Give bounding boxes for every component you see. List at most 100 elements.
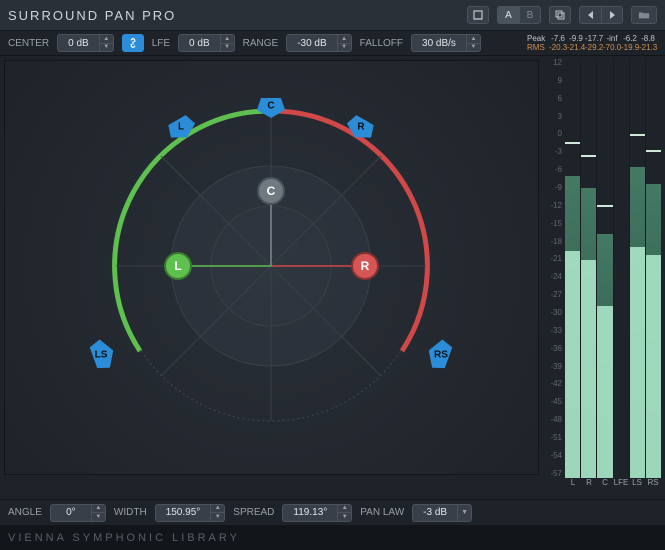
angle-spinner[interactable]: 0° ▲▼: [50, 504, 106, 522]
scale-tick: -6: [543, 165, 562, 174]
pan-node-r[interactable]: R: [352, 253, 378, 279]
falloff-spinner[interactable]: 30 dB/s ▲▼: [411, 34, 481, 52]
svg-text:R: R: [357, 122, 365, 133]
meter-label-r: R: [581, 478, 597, 490]
rms-value: -21.4: [567, 43, 585, 52]
meter-label-rs: RS: [645, 478, 661, 490]
speaker-ls[interactable]: LS: [88, 336, 118, 371]
svg-text:R: R: [361, 259, 370, 273]
svg-text:C: C: [267, 184, 276, 198]
lfe-label: LFE: [152, 38, 170, 49]
top-params-row: CENTER 0 dB ▲▼ LFE 0 dB ▲▼ RANGE -30 dB …: [0, 30, 665, 56]
scale-tick: -48: [543, 415, 562, 424]
next-preset-button[interactable]: [601, 6, 623, 24]
scale-tick: -21: [543, 254, 562, 263]
spread-label: SPREAD: [233, 507, 274, 518]
rms-value: -21.3: [639, 43, 657, 52]
scale-tick: -30: [543, 308, 562, 317]
preset-nav-group: [579, 6, 623, 24]
meter-label-ls: LS: [629, 478, 645, 490]
scale-tick: 9: [543, 76, 562, 85]
scale-tick: -18: [543, 237, 562, 246]
scale-tick: -57: [543, 469, 562, 478]
svg-text:L: L: [174, 259, 181, 273]
meter-bars: [565, 58, 661, 478]
scale-tick: -9: [543, 183, 562, 192]
falloff-label: FALLOFF: [360, 38, 403, 49]
range-label: RANGE: [243, 38, 279, 49]
rms-value: -70.0: [603, 43, 621, 52]
range-down[interactable]: ▼: [338, 44, 351, 52]
scale-tick: -12: [543, 201, 562, 210]
level-meters: 129630-3-6-9-12-15-18-21-24-27-30-33-36-…: [543, 56, 665, 499]
scale-tick: -45: [543, 397, 562, 406]
bottom-params-row: ANGLE 0° ▲▼ WIDTH 150.95° ▲▼ SPREAD 119.…: [0, 499, 665, 525]
prev-preset-button[interactable]: [579, 6, 601, 24]
peak-value: -17.7: [585, 34, 603, 43]
svg-text:L: L: [178, 122, 184, 133]
speaker-c[interactable]: C: [257, 98, 285, 118]
rms-value: -29.2: [585, 43, 603, 52]
svg-text:LS: LS: [95, 350, 108, 361]
plugin-title: SURROUND PAN PRO: [8, 8, 459, 23]
meter-scale: 129630-3-6-9-12-15-18-21-24-27-30-33-36-…: [543, 58, 565, 478]
center-down[interactable]: ▼: [100, 44, 113, 52]
ab-a-button[interactable]: A: [497, 6, 519, 24]
scale-tick: -24: [543, 272, 562, 281]
rms-value: -20.3: [549, 43, 567, 52]
scale-tick: 12: [543, 58, 562, 67]
peak-value: -9.9: [567, 34, 585, 43]
range-up[interactable]: ▲: [338, 35, 351, 44]
pan-node-c[interactable]: C: [258, 178, 284, 204]
rms-value: -19.9: [621, 43, 639, 52]
spread-spinner[interactable]: 119.13° ▲▼: [282, 504, 352, 522]
panlaw-dropdown[interactable]: -3 dB ▼: [412, 504, 472, 522]
meter-label-l: L: [565, 478, 581, 490]
meter-bar-rs: [646, 58, 661, 478]
svg-text:C: C: [267, 101, 274, 112]
center-spinner[interactable]: 0 dB ▲▼: [57, 34, 114, 52]
footer-bar: VIENNA SYMPHONIC LIBRARY: [0, 525, 665, 550]
bypass-button[interactable]: [467, 6, 489, 24]
scale-tick: -3: [543, 147, 562, 156]
ab-b-button[interactable]: B: [519, 6, 541, 24]
scale-tick: -39: [543, 362, 562, 371]
width-label: WIDTH: [114, 507, 147, 518]
range-spinner[interactable]: -30 dB ▲▼: [286, 34, 351, 52]
svg-text:RS: RS: [434, 350, 448, 361]
falloff-up[interactable]: ▲: [467, 35, 480, 44]
scale-tick: -33: [543, 326, 562, 335]
lfe-down[interactable]: ▼: [221, 44, 234, 52]
lfe-up[interactable]: ▲: [221, 35, 234, 44]
meter-label-c: C: [597, 478, 613, 490]
scale-tick: 6: [543, 94, 562, 103]
pan-surface[interactable]: C L R C L: [4, 60, 539, 475]
width-spinner[interactable]: 150.95° ▲▼: [155, 504, 226, 522]
peak-value: -inf: [603, 34, 621, 43]
scale-tick: -42: [543, 379, 562, 388]
peak-value: -8.8: [639, 34, 657, 43]
peak-value: -7.6: [549, 34, 567, 43]
speaker-rs[interactable]: RS: [424, 336, 455, 372]
preset-folder-button[interactable]: [631, 6, 657, 24]
chevron-down-icon: ▼: [457, 505, 471, 521]
scale-tick: 0: [543, 129, 562, 138]
angle-label: ANGLE: [8, 507, 42, 518]
meter-bar-lfe: [614, 58, 629, 478]
center-up[interactable]: ▲: [100, 35, 113, 44]
lfe-spinner[interactable]: 0 dB ▲▼: [178, 34, 235, 52]
meter-bar-l: [565, 58, 580, 478]
link-button[interactable]: [122, 34, 144, 52]
meter-bar-c: [597, 58, 612, 478]
panlaw-label: PAN LAW: [360, 507, 404, 518]
falloff-down[interactable]: ▼: [467, 44, 480, 52]
meter-channel-labels: LRCLFELSRS: [543, 478, 661, 490]
pan-node-l[interactable]: L: [165, 253, 191, 279]
scale-tick: -54: [543, 451, 562, 460]
header-bar: SURROUND PAN PRO A B: [0, 0, 665, 30]
peak-label: Peak: [527, 34, 549, 43]
meter-label-lfe: LFE: [613, 478, 629, 490]
copy-ab-button[interactable]: [549, 6, 571, 24]
peak-value: -6.2: [621, 34, 639, 43]
meter-bar-r: [581, 58, 596, 478]
